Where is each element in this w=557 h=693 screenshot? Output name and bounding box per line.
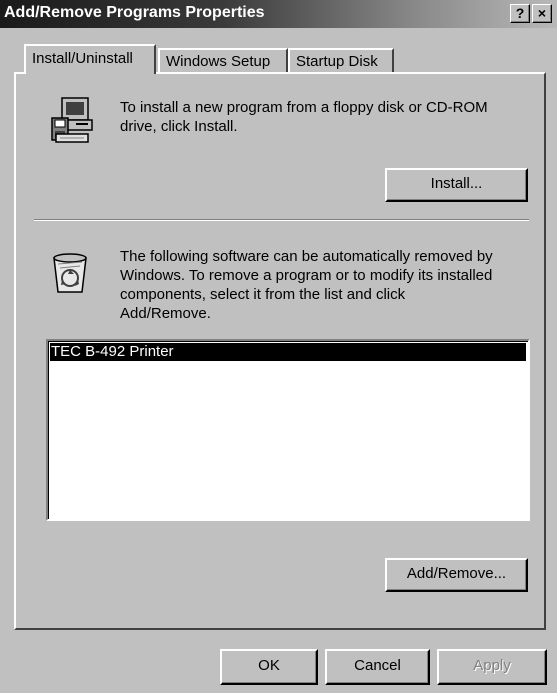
tab-startup-disk-label: Startup Disk [296, 53, 378, 70]
installed-programs-list[interactable]: TEC B-492 Printer [46, 339, 530, 521]
recycle-bin-icon [48, 250, 92, 300]
uninstall-instructions: The following software can be automatica… [120, 248, 493, 322]
cancel-button-label: Cancel [354, 657, 401, 674]
computer-floppy-icon [48, 96, 100, 152]
title-bar[interactable]: Add/Remove Programs Properties ? × [0, 0, 557, 28]
cancel-button[interactable]: Cancel [325, 649, 430, 685]
tab-install-uninstall-label: Install/Uninstall [32, 50, 133, 67]
program-name: TEC B-492 Printer [51, 343, 174, 360]
ok-button-label: OK [258, 657, 280, 674]
install-button-label: Install... [430, 175, 483, 192]
add-remove-button-label: Add/Remove... [406, 565, 507, 582]
install-button[interactable]: Install... [385, 168, 528, 202]
install-instructions: To install a new program from a floppy d… [120, 99, 488, 135]
add-remove-programs-dialog: Add/Remove Programs Properties ? × Insta… [0, 0, 557, 693]
window-title: Add/Remove Programs Properties [4, 4, 265, 21]
tab-windows-setup[interactable]: Windows Setup [158, 48, 288, 74]
help-button[interactable]: ? [510, 4, 530, 23]
section-divider [34, 219, 529, 221]
tab-startup-disk[interactable]: Startup Disk [288, 48, 394, 74]
apply-button[interactable]: Apply [437, 649, 547, 685]
ok-button[interactable]: OK [220, 649, 318, 685]
list-item[interactable]: TEC B-492 Printer [50, 343, 526, 361]
close-button[interactable]: × [532, 4, 552, 23]
tab-install-uninstall[interactable]: Install/Uninstall [24, 44, 156, 74]
apply-button-label: Apply [473, 657, 511, 674]
tab-windows-setup-label: Windows Setup [166, 53, 271, 70]
add-remove-button[interactable]: Add/Remove... [385, 558, 528, 592]
